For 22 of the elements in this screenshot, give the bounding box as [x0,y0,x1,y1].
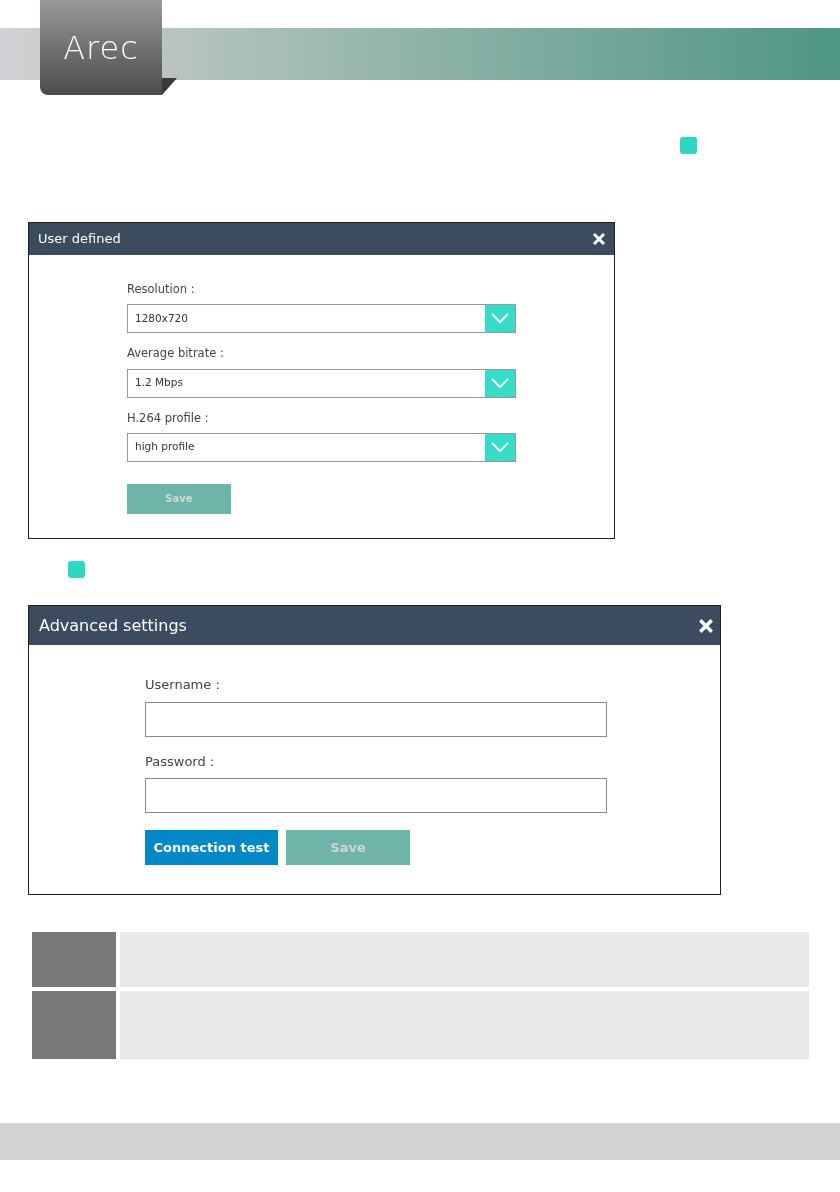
dialog-title: Advanced settings [39,614,187,637]
chevron-down-icon[interactable] [485,369,515,397]
dropdown[interactable]: 1.2 Mbps [127,368,516,398]
connection-test-button[interactable]: Connection test [145,830,278,865]
chevron-down-icon[interactable] [485,433,515,461]
field-label: H.264 profile : [127,409,210,427]
input-field[interactable] [145,701,607,737]
input-field[interactable] [145,778,607,813]
dialog-title: User defined [38,230,121,249]
close-icon[interactable] [592,232,606,246]
field-label: Resolution : [127,281,196,298]
field-label: Password : [145,752,216,771]
dropdown[interactable]: 1280x720 [127,304,516,334]
field-label: Average bitrate : [127,345,225,363]
more-icon [68,561,85,578]
fold-icon [162,78,177,95]
field-label: Username : [145,676,221,694]
more-icon [680,137,697,154]
close-icon[interactable] [698,617,714,634]
chevron-down-icon[interactable] [485,305,515,333]
logo: Arec [40,0,162,95]
dropdown[interactable]: high profile [127,432,516,462]
